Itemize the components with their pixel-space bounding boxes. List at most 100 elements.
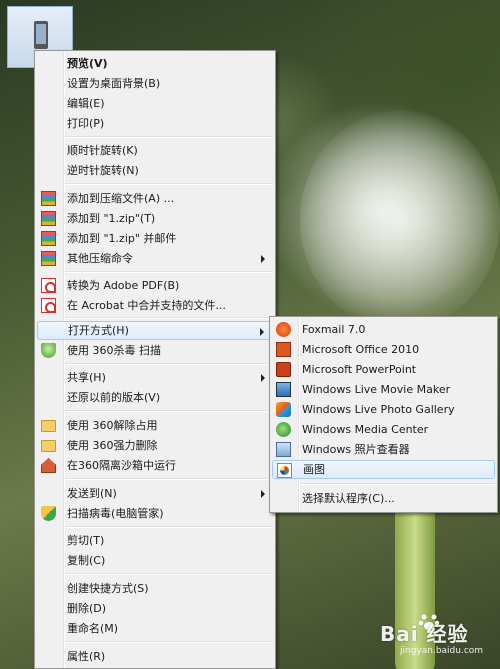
menu-item-properties[interactable]: 属性(R) [37,647,273,666]
menu-item-rename[interactable]: 重命名(M) [37,619,273,638]
menu-separator [65,526,273,528]
menu-item-label: 编辑(E) [67,97,105,110]
menu-separator [65,136,273,138]
phone-icon [34,21,48,49]
menu-item-set-wallpaper[interactable]: 设置为桌面背景(B) [37,74,273,93]
menu-item-acrobat-merge[interactable]: 在 Acrobat 中合并支持的文件... [37,296,273,315]
context-menu: 预览(V) 设置为桌面背景(B) 编辑(E) 打印(P) 顺时针旋转(K) 逆时… [34,50,276,669]
menu-item-preview[interactable]: 预览(V) [37,54,273,73]
office-icon [276,342,291,357]
menu-item-label: Windows Media Center [302,423,429,436]
menu-item-rotate-ccw[interactable]: 逆时针旋转(N) [37,161,273,180]
menu-item-label: 设置为桌面背景(B) [67,77,161,90]
menu-item-label: 属性(R) [67,650,106,663]
menu-item-create-shortcut[interactable]: 创建快捷方式(S) [37,579,273,598]
menu-item-other-compress[interactable]: 其他压缩命令 [37,249,273,268]
dandelion-seedhead [300,110,500,330]
winrar-icon [41,231,56,246]
menu-item-label: 剪切(T) [67,534,105,547]
menu-item-label: 在 Acrobat 中合并支持的文件... [67,299,226,312]
winrar-icon [41,191,56,206]
menu-separator [65,410,273,412]
menu-item-delete[interactable]: 删除(D) [37,599,273,618]
watermark-url: jingyan.baidu.com [400,646,484,656]
menu-item-360-sandbox[interactable]: 在360隔离沙箱中运行 [37,456,273,475]
menu-item-360-unlock[interactable]: 使用 360解除占用 [37,416,273,435]
menu-item-label: 选择默认程序(C)... [302,492,395,505]
app-foxmail[interactable]: Foxmail 7.0 [272,320,495,339]
menu-item-label: 重命名(M) [67,622,119,635]
menu-separator [65,478,273,480]
menu-item-restore-versions[interactable]: 还原以前的版本(V) [37,388,273,407]
menu-item-edit[interactable]: 编辑(E) [37,94,273,113]
submenu-arrow-icon [260,328,264,336]
menu-item-add-zip-email[interactable]: 添加到 "1.zip" 并邮件 [37,229,273,248]
menu-item-share[interactable]: 共享(H) [37,368,273,387]
menu-item-send-to[interactable]: 发送到(N) [37,484,273,503]
choose-default-program[interactable]: 选择默认程序(C)... [272,489,495,508]
menu-item-label: 使用 360强力删除 [67,439,158,452]
pc-manager-icon [41,506,56,521]
folder-icon [41,440,56,452]
menu-item-open-with[interactable]: 打开方式(H) [37,321,273,340]
menu-item-label: 添加到压缩文件(A) ... [67,192,175,205]
folder-icon [41,420,56,432]
menu-item-360-force-delete[interactable]: 使用 360强力删除 [37,436,273,455]
menu-separator [300,483,495,485]
menu-item-cut[interactable]: 剪切(T) [37,531,273,550]
menu-item-label: 打开方式(H) [68,324,129,337]
open-with-submenu: Foxmail 7.0 Microsoft Office 2010 Micros… [269,316,498,513]
submenu-arrow-icon [261,490,265,498]
menu-item-add-archive[interactable]: 添加到压缩文件(A) ... [37,189,273,208]
app-movie-maker[interactable]: Windows Live Movie Maker [272,380,495,399]
menu-item-label: 顺时针旋转(K) [67,144,138,157]
menu-item-convert-pdf[interactable]: 转换为 Adobe PDF(B) [37,276,273,295]
app-photo-viewer[interactable]: Windows 照片查看器 [272,440,495,459]
photo-gallery-icon [276,402,291,417]
menu-item-label: Foxmail 7.0 [302,323,366,336]
menu-item-add-zip[interactable]: 添加到 "1.zip"(T) [37,209,273,228]
menu-item-label: Windows Live Movie Maker [302,383,451,396]
app-media-center[interactable]: Windows Media Center [272,420,495,439]
menu-item-copy[interactable]: 复制(C) [37,551,273,570]
menu-separator [65,641,273,643]
powerpoint-icon [276,362,291,377]
app-office-2010[interactable]: Microsoft Office 2010 [272,340,495,359]
menu-separator [65,317,273,319]
winrar-icon [41,251,56,266]
menu-item-label: 删除(D) [67,602,107,615]
menu-item-label: 逆时针旋转(N) [67,164,139,177]
media-center-icon [276,422,291,437]
menu-item-label: 使用 360解除占用 [67,419,158,432]
menu-separator [65,363,273,365]
app-powerpoint[interactable]: Microsoft PowerPoint [272,360,495,379]
app-paint[interactable]: 画图 [272,460,495,479]
menu-item-label: 打印(P) [67,117,105,130]
menu-separator [65,271,273,273]
menu-item-print[interactable]: 打印(P) [37,114,273,133]
menu-item-label: 添加到 "1.zip" 并邮件 [67,232,177,245]
menu-item-360-scan[interactable]: 使用 360杀毒 扫描 [37,341,273,360]
menu-item-label: 其他压缩命令 [67,252,133,265]
app-photo-gallery[interactable]: Windows Live Photo Gallery [272,400,495,419]
menu-item-scan-virus[interactable]: 扫描病毒(电脑管家) [37,504,273,523]
menu-item-label: 使用 360杀毒 扫描 [67,344,161,357]
menu-item-label: 发送到(N) [67,487,117,500]
menu-item-label: 扫描病毒(电脑管家) [67,507,164,520]
sandbox-icon [41,458,56,473]
submenu-arrow-icon [261,374,265,382]
menu-item-label: 转换为 Adobe PDF(B) [67,279,180,292]
360-shield-icon [41,343,56,358]
acrobat-icon [41,298,56,313]
menu-separator [65,183,273,185]
menu-item-rotate-cw[interactable]: 顺时针旋转(K) [37,141,273,160]
menu-item-label: Windows Live Photo Gallery [302,403,455,416]
submenu-arrow-icon [261,255,265,263]
menu-item-label: 添加到 "1.zip"(T) [67,212,156,225]
menu-item-label: 画图 [303,463,325,476]
winrar-icon [41,211,56,226]
menu-item-label: 在360隔离沙箱中运行 [67,459,176,472]
menu-item-label: 还原以前的版本(V) [67,391,161,404]
menu-separator [65,573,273,575]
adobe-pdf-icon [41,278,56,293]
